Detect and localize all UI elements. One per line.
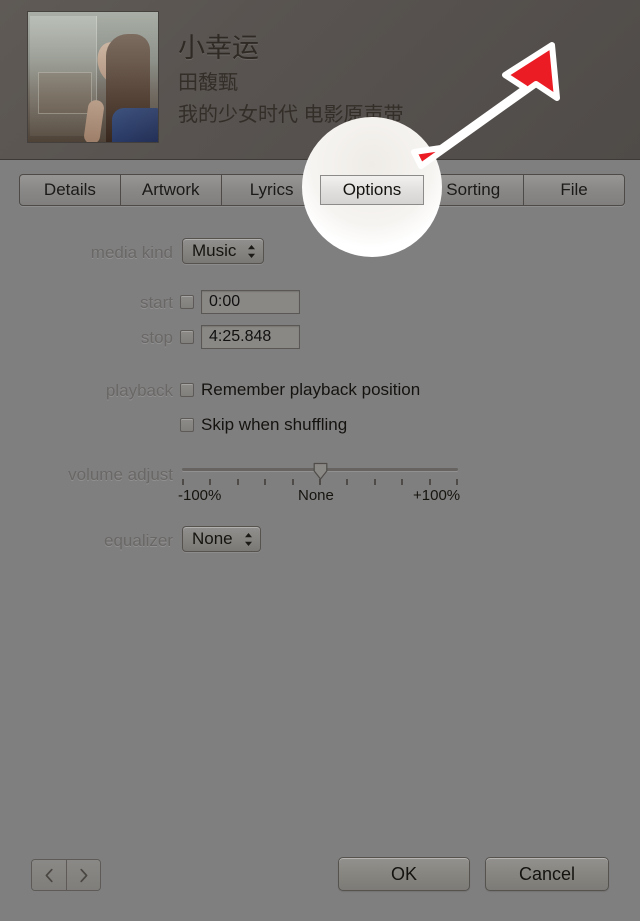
- chevron-updown-icon: [246, 243, 257, 260]
- volume-adjust-label: volume adjust: [68, 465, 173, 484]
- start-label: start: [139, 293, 173, 312]
- skip-shuffling-label: Skip when shuffling: [201, 415, 348, 434]
- header-content: 小幸运 田馥甄 我的少女时代 电影原声带: [28, 12, 404, 142]
- playback-label: playback: [105, 381, 173, 400]
- slider-tick: [319, 479, 321, 485]
- slider-tick: [429, 479, 431, 485]
- skip-shuffling-checkbox[interactable]: [180, 418, 194, 432]
- tab-details[interactable]: Details: [20, 175, 121, 205]
- artwork-overlay-tint: [28, 12, 158, 142]
- stop-label: stop: [140, 328, 173, 347]
- slider-tick: [264, 479, 266, 485]
- next-track-button[interactable]: [66, 860, 100, 890]
- start-time-input[interactable]: 0:00: [201, 290, 300, 314]
- chevron-right-icon: [78, 868, 89, 883]
- slider-max-label: +100%: [413, 487, 461, 504]
- slider-tick: [209, 479, 211, 485]
- media-kind-label: media kind: [90, 243, 173, 262]
- chevron-updown-icon: [243, 531, 254, 548]
- slider-min-label: -100%: [178, 487, 222, 504]
- ok-button[interactable]: OK: [338, 857, 470, 891]
- song-title: 小幸运: [178, 33, 259, 63]
- equalizer-select[interactable]: None: [182, 526, 261, 552]
- tab-artwork[interactable]: Artwork: [121, 175, 222, 205]
- song-album: 我的少女时代 电影原声带: [178, 103, 404, 126]
- tab-lyrics[interactable]: Lyrics: [222, 175, 323, 205]
- slider-tick: [346, 479, 348, 485]
- equalizer-value: None: [192, 529, 233, 548]
- remember-playback-label: Remember playback position: [201, 380, 421, 399]
- song-artist: 田馥甄: [178, 71, 238, 94]
- slider-thumb[interactable]: [313, 462, 328, 480]
- song-info-dialog: 小幸运 田馥甄 我的少女时代 电影原声带 Details Artwork Lyr…: [0, 0, 640, 921]
- stop-time-input[interactable]: 4:25.848: [201, 325, 300, 349]
- slider-tick: [237, 479, 239, 485]
- slider-tick: [292, 479, 294, 485]
- slider-tick: [401, 479, 403, 485]
- dialog-header: 小幸运 田馥甄 我的少女时代 电影原声带: [0, 0, 640, 160]
- cancel-button[interactable]: Cancel: [485, 857, 609, 891]
- slider-tick: [456, 479, 458, 485]
- slider-center-label: None: [298, 487, 334, 504]
- tab-sorting[interactable]: Sorting: [423, 175, 525, 205]
- equalizer-label: equalizer: [104, 531, 173, 550]
- dialog-footer: OK Cancel: [0, 846, 640, 921]
- highlighted-tab-options[interactable]: Options: [320, 175, 424, 205]
- track-info: 小幸运 田馥甄 我的少女时代 电影原声带: [178, 12, 404, 130]
- slider-tick: [374, 479, 376, 485]
- album-artwork: [28, 12, 158, 142]
- media-kind-value: Music: [192, 241, 237, 260]
- slider-tick: [182, 479, 184, 485]
- chevron-left-icon: [44, 868, 55, 883]
- media-kind-select[interactable]: Music: [182, 238, 265, 264]
- previous-track-button[interactable]: [32, 860, 66, 890]
- record-navigation-group: [31, 859, 101, 891]
- stop-checkbox[interactable]: [180, 330, 194, 344]
- remember-playback-checkbox[interactable]: [180, 383, 194, 397]
- tab-file[interactable]: File: [524, 175, 624, 205]
- start-checkbox[interactable]: [180, 295, 194, 309]
- volume-adjust-slider[interactable]: -100% None +100%: [178, 460, 460, 504]
